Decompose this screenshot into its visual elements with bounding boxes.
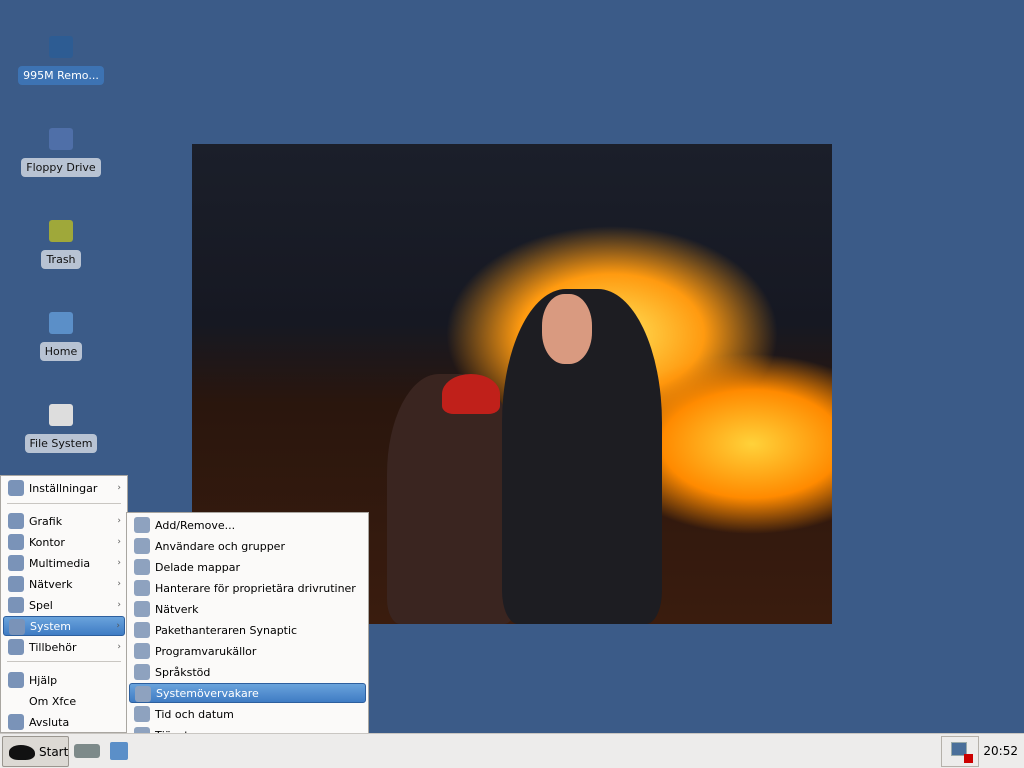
menu-item-label: Grafik: [29, 514, 63, 528]
menu-item-nätverk[interactable]: Nätverk ›: [3, 574, 125, 594]
menu-separator: [7, 503, 121, 504]
menu-item-om-xfce[interactable]: Om Xfce: [3, 691, 125, 711]
harddisk-icon: [45, 398, 77, 430]
menu-item-grafik[interactable]: Grafik ›: [3, 511, 125, 531]
menu-item-tillbehör[interactable]: Tillbehör ›: [3, 637, 125, 657]
submenu-arrow-icon: ›: [116, 621, 120, 631]
desktop-icon-label: Trash: [41, 250, 81, 269]
menu-item-hjälp[interactable]: Hjälp: [3, 670, 125, 690]
system-monitor-icon: [135, 686, 151, 702]
floppy-icon: [45, 122, 77, 154]
home-launcher-icon[interactable]: [110, 742, 128, 760]
help-icon: [8, 672, 24, 688]
software-sources-icon: [134, 643, 150, 659]
desktop-icon-harddisk[interactable]: File System: [11, 398, 111, 453]
submenu-arrow-icon: ›: [117, 483, 121, 493]
globe-icon: [8, 576, 24, 592]
driver-icon: [134, 580, 150, 596]
submenu-item-shared-folder[interactable]: Delade mappar: [129, 557, 366, 577]
clapper-icon: [8, 555, 24, 571]
menu-item-label: Tid och datum: [155, 707, 234, 721]
submenu-arrow-icon: ›: [117, 579, 121, 589]
submenu-arrow-icon: ›: [117, 537, 121, 547]
submenu-item-software-sources[interactable]: Programvarukällor: [129, 641, 366, 661]
photo-hat: [442, 374, 500, 414]
desktop-icon-trash[interactable]: Trash: [11, 214, 111, 269]
menu-item-inställningar[interactable]: Inställningar ›: [3, 478, 125, 498]
menu-separator: [7, 661, 121, 662]
package-icon: [134, 517, 150, 533]
menu-item-label: Hanterare för proprietära drivrutiner: [155, 581, 356, 595]
menu-item-label: Språkstöd: [155, 665, 211, 679]
submenu-arrow-icon: ›: [117, 516, 121, 526]
submenu-item-package[interactable]: Add/Remove...: [129, 515, 366, 535]
desktop-icon-label: Floppy Drive: [21, 158, 101, 177]
menu-item-label: Spel: [29, 598, 53, 612]
menu-item-label: Användare och grupper: [155, 539, 285, 553]
home-folder-icon: [45, 306, 77, 338]
settings-icon: [8, 480, 24, 496]
system-submenu: Add/Remove... Användare och grupper Delade…: [126, 512, 369, 768]
start-menu: Inställningar › Grafik › Kontor › Multimedia › N…: [0, 475, 128, 733]
submenu-item-users[interactable]: Användare och grupper: [129, 536, 366, 556]
taskbar: Start 20:52: [0, 733, 1024, 768]
submenu-item-driver[interactable]: Hanterare för proprietära drivrutiner: [129, 578, 366, 598]
desktop-icon-label: 995M Remo...: [18, 66, 104, 85]
submenu-arrow-icon: ›: [117, 558, 121, 568]
menu-item-system[interactable]: System ›: [3, 616, 125, 636]
menu-item-label: Delade mappar: [155, 560, 240, 574]
language-icon: [134, 664, 150, 680]
synaptic-icon: [134, 622, 150, 638]
submenu-item-language[interactable]: Språkstöd: [129, 662, 366, 682]
menu-item-kontor[interactable]: Kontor ›: [3, 532, 125, 552]
menu-item-label: Avsluta: [29, 715, 70, 729]
office-icon: [8, 534, 24, 550]
menu-item-label: Add/Remove...: [155, 518, 236, 532]
show-desktop-icon[interactable]: [74, 744, 100, 758]
menu-item-label: Kontor: [29, 535, 65, 549]
start-button[interactable]: Start: [2, 736, 69, 767]
menu-item-multimedia[interactable]: Multimedia ›: [3, 553, 125, 573]
clock-icon: [134, 706, 150, 722]
gear-icon: [9, 619, 25, 635]
desktop-icon-home-folder[interactable]: Home: [11, 306, 111, 361]
submenu-item-system-monitor[interactable]: Systemövervakare: [129, 683, 366, 703]
removable-drive-icon: [45, 30, 77, 62]
submenu-item-synaptic[interactable]: Pakethanteraren Synaptic: [129, 620, 366, 640]
menu-item-label: Hjälp: [29, 673, 58, 687]
menu-item-label: Om Xfce: [29, 694, 77, 708]
shared-folder-icon: [134, 559, 150, 575]
network-status-icon[interactable]: [941, 736, 979, 767]
xfce-mouse-icon: [9, 745, 35, 760]
submenu-item-clock[interactable]: Tid och datum: [129, 704, 366, 724]
menu-item-label: Nätverk: [29, 577, 73, 591]
desktop-icon-removable-drive[interactable]: 995M Remo...: [11, 30, 111, 85]
menu-item-label: Nätverk: [155, 602, 199, 616]
trash-icon: [45, 214, 77, 246]
menu-item-avsluta[interactable]: Avsluta: [3, 712, 125, 732]
clock[interactable]: 20:52: [983, 744, 1018, 758]
menu-item-label: Multimedia: [29, 556, 91, 570]
menu-item-label: Inställningar: [29, 481, 98, 495]
menu-item-label: Pakethanteraren Synaptic: [155, 623, 298, 637]
network-icon: [134, 601, 150, 617]
menu-item-label: Systemövervakare: [156, 686, 259, 700]
photo-face: [542, 294, 592, 364]
logout-icon: [8, 714, 24, 730]
submenu-arrow-icon: ›: [117, 600, 121, 610]
submenu-item-network[interactable]: Nätverk: [129, 599, 366, 619]
desktop-icon-label: File System: [24, 434, 98, 453]
start-label: Start: [39, 744, 69, 759]
menu-item-label: Tillbehör: [29, 640, 77, 654]
desktop-icon-label: Home: [39, 342, 83, 361]
desktop-icon-floppy[interactable]: Floppy Drive: [11, 122, 111, 177]
menu-item-label: System: [30, 619, 72, 633]
menu-item-label: Programvarukällor: [155, 644, 257, 658]
brush-icon: [8, 513, 24, 529]
cards-icon: [8, 597, 24, 613]
scissors-icon: [8, 639, 24, 655]
users-icon: [134, 538, 150, 554]
menu-item-spel[interactable]: Spel ›: [3, 595, 125, 615]
submenu-arrow-icon: ›: [117, 642, 121, 652]
